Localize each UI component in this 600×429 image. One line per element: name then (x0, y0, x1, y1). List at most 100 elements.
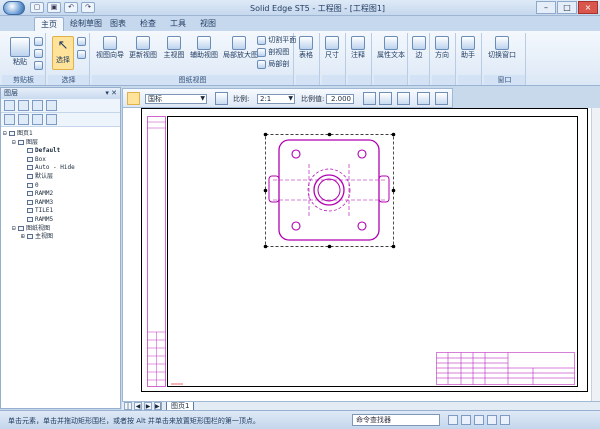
tab-inspect[interactable]: 检查 (134, 17, 162, 31)
dimension-button[interactable]: 尺寸 (325, 36, 339, 60)
view-properties-icon[interactable] (215, 92, 228, 105)
next-sheet-button[interactable]: ▶ (144, 402, 152, 410)
tree-item-label: Box (35, 155, 46, 163)
tree-item-label: Auto - Hide (35, 164, 75, 172)
save-icon[interactable]: ▣ (47, 2, 61, 13)
chevron-down-icon: ▼ (200, 95, 205, 102)
minimize-button[interactable]: – (536, 1, 556, 14)
tree-item[interactable]: Auto - Hide (3, 164, 118, 173)
tree-item[interactable]: ⊟ 图页1 (3, 130, 118, 139)
title-bar: ▢ ▣ ↶ ↷ Solid Edge ST5 - 工程图 - [工程图1] – … (0, 0, 600, 16)
ratio-input[interactable]: 2.000 (326, 94, 354, 104)
tree-item-label: 默认层 (35, 172, 54, 180)
search-icon[interactable] (448, 415, 458, 425)
view-wizard-button[interactable]: 视图向导 (94, 36, 126, 60)
tree-item[interactable]: ⊞ 主视图 (3, 233, 118, 242)
tree-item-label: RAMM5 (35, 215, 54, 223)
assistant-button[interactable]: 助手 (461, 36, 475, 60)
tree-item[interactable]: Default (3, 147, 118, 156)
sheet-inner-border (167, 116, 578, 387)
pan-icon[interactable] (500, 415, 510, 425)
undo-icon[interactable]: ↶ (64, 2, 78, 13)
zoom-area-icon[interactable] (461, 415, 471, 425)
tree-item[interactable]: RAMM3 (3, 199, 118, 208)
tree-item[interactable]: RAMM2 (3, 190, 118, 199)
lock-icon[interactable] (435, 92, 448, 105)
selection-fence[interactable] (263, 132, 396, 249)
layer-icon (18, 139, 24, 145)
broken-out-button[interactable]: 局部剖 (257, 59, 289, 69)
status-bar-icons (448, 415, 510, 425)
dimension-icon (325, 36, 339, 50)
layer-show-icon[interactable] (18, 100, 29, 111)
layer-props-icon[interactable] (46, 114, 57, 125)
last-sheet-button[interactable]: ▶| (154, 402, 162, 410)
tab-sketch[interactable]: 绘制草图 (64, 17, 108, 31)
command-finder-input[interactable]: 命令查找器 (352, 414, 440, 426)
new-icon[interactable]: ▢ (30, 2, 44, 13)
property-text-button[interactable]: 属性文本 (377, 36, 405, 60)
section-view-button[interactable]: 剖视图 (257, 47, 289, 57)
style-dropdown[interactable]: 国标 ▼ (145, 94, 207, 104)
drawing-canvas[interactable] (122, 108, 600, 401)
layer-hide-icon[interactable] (32, 100, 43, 111)
select-tool-option[interactable] (77, 37, 86, 46)
app-menu-button[interactable] (3, 1, 25, 15)
tree-item[interactable]: 默认层 (3, 173, 118, 182)
section-plane-icon (257, 35, 266, 45)
principal-view-part[interactable] (268, 139, 390, 241)
tab-chart[interactable]: 图表 (104, 17, 132, 31)
shading-icon[interactable] (417, 92, 430, 105)
layer-icon (27, 165, 33, 171)
maximize-button[interactable]: □ (557, 1, 577, 14)
zoom-icon[interactable] (363, 92, 376, 105)
caption-icon[interactable] (379, 92, 392, 105)
prev-sheet-button[interactable]: ◀ (134, 402, 142, 410)
tree-item[interactable]: ⊟ 图纸视图 (3, 225, 118, 234)
tree-item[interactable]: Box (3, 156, 118, 165)
scale-dropdown[interactable]: 2:1 ▼ (257, 94, 295, 104)
table-button[interactable]: 表格 (299, 36, 313, 60)
edge-button[interactable]: 边 (412, 36, 426, 60)
section-plane-button[interactable]: 切割平面 (257, 35, 296, 45)
layer-icon (18, 225, 24, 231)
tree-item[interactable]: TILE1 (3, 207, 118, 216)
tree-item[interactable]: 0 (3, 182, 118, 191)
first-sheet-button[interactable]: |◀ (124, 402, 132, 418)
tab-tools[interactable]: 工具 (164, 17, 192, 31)
switch-window-button[interactable]: 切换窗口 (488, 36, 516, 60)
pin-icon[interactable]: ▾ ✕ (105, 88, 117, 99)
tab-home[interactable]: 主页 (34, 17, 64, 31)
tree-item[interactable]: RAMM5 (3, 216, 118, 225)
edge-display-icon[interactable] (397, 92, 410, 105)
auxiliary-view-button[interactable]: 辅助视图 (189, 36, 219, 60)
detail-view-button[interactable]: 局部放大图 (223, 36, 258, 60)
layer-move-icon[interactable] (4, 114, 15, 125)
principal-view-button[interactable]: 主视图 (162, 36, 186, 60)
select-filter-option[interactable] (77, 50, 86, 59)
fit-icon[interactable] (487, 415, 497, 425)
vertical-scrollbar[interactable] (591, 108, 600, 401)
layer-delete-icon[interactable] (32, 114, 43, 125)
tree-item[interactable]: ⊟ 图层 (3, 139, 118, 148)
edge-icon (412, 36, 426, 50)
paste-button[interactable]: 粘贴 (10, 37, 30, 67)
close-button[interactable]: × (578, 1, 598, 14)
status-message: 单击元素，单击并拖动矩形围栏，或者按 Alt 并单击来放置矩形围栏的第一顶点。 (8, 417, 260, 425)
layer-new-icon[interactable] (4, 100, 15, 111)
layer-active-icon[interactable] (46, 100, 57, 111)
copy-button[interactable] (34, 49, 43, 58)
zoom-in-icon[interactable] (474, 415, 484, 425)
update-view-button[interactable]: 更新视图 (128, 36, 158, 60)
annotation-button[interactable]: 注释 (351, 36, 365, 60)
annotation-icon (351, 36, 365, 50)
format-painter-button[interactable] (34, 61, 43, 70)
drawing-sheet-svg[interactable] (123, 108, 600, 401)
tab-view[interactable]: 视图 (194, 17, 222, 31)
select-cursor-icon[interactable] (127, 92, 140, 105)
cut-button[interactable] (34, 37, 43, 46)
select-button[interactable]: ↖ 选择 (52, 36, 74, 70)
orientation-button[interactable]: 方向 (435, 36, 449, 60)
layer-copy-icon[interactable] (18, 114, 29, 125)
redo-icon[interactable]: ↷ (81, 2, 95, 13)
